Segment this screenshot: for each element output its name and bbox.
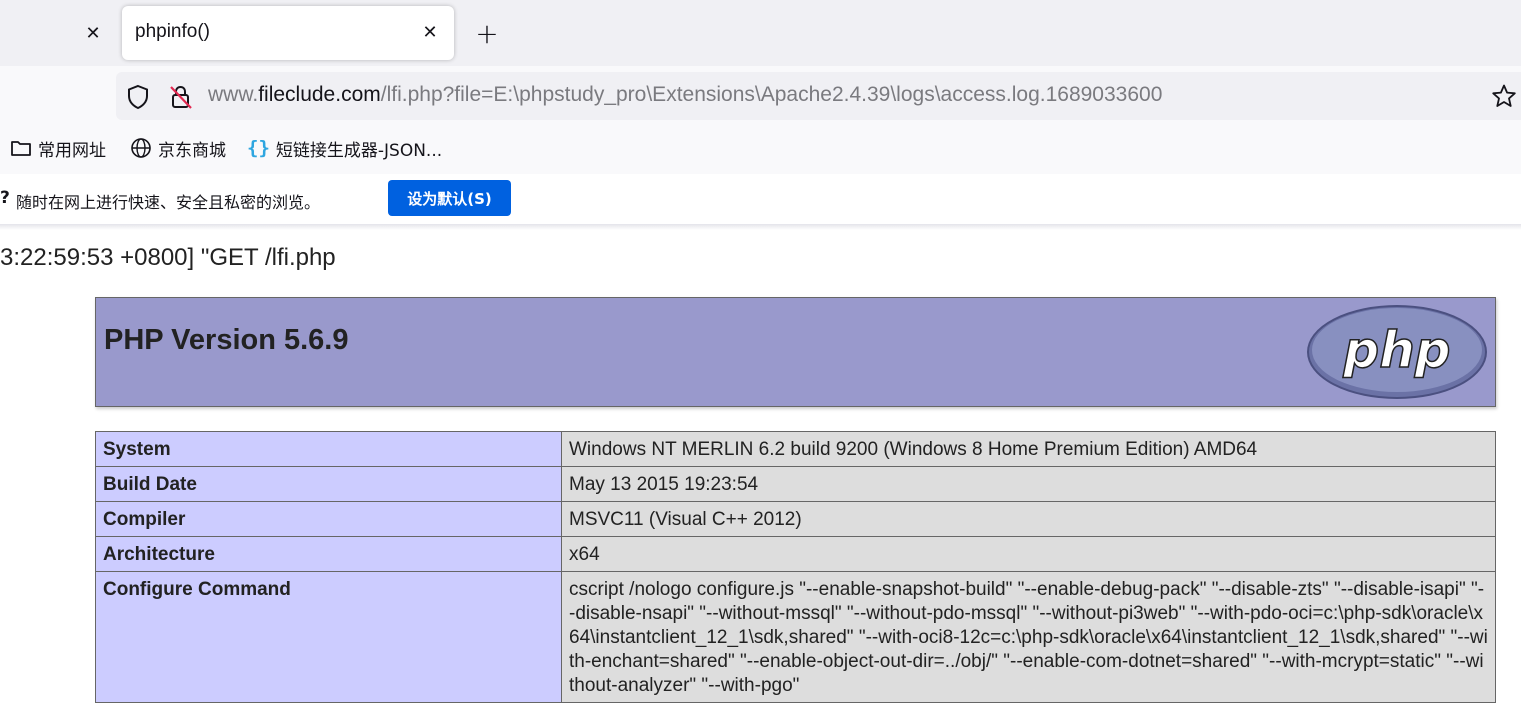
table-row: Configure Command cscript /nologo config… [95,571,1496,703]
page-title: PHP Version 5.6.9 [104,324,349,356]
new-tab-icon[interactable]: + [472,17,502,50]
tab-title: phpinfo() [135,21,210,42]
url-prefix: www. [208,83,259,106]
row-key: Build Date [95,466,562,502]
table-row: System Windows NT MERLIN 6.2 build 9200 … [95,431,1496,467]
bookmark-label: 短链接生成器-JSON... [275,140,443,161]
globe-icon [131,138,151,158]
url-bar[interactable]: www.fileclude.com/lfi.php?file=E:\phpstu… [116,72,1521,120]
set-default-button[interactable]: 设为默认(S) [388,180,511,216]
url-path: /lfi.php?file=E:\phpstudy_pro\Extensions… [380,83,1163,106]
row-key: Configure Command [95,571,562,703]
notification-text: 随时在网上进行快速、安全且私密的浏览。 [16,193,321,212]
row-value: MSVC11 (Visual C++ 2012) [561,501,1496,537]
folder-icon [11,141,31,156]
bookmark-json-shortlink[interactable]: {} 短链接生成器-JSON... [247,134,442,162]
bookmark-folder-common[interactable]: 常用网址 [10,134,106,162]
question-icon: ? [0,188,10,208]
row-value: May 13 2015 19:23:54 [561,466,1496,502]
tab-close-icon[interactable]: ✕ [418,20,442,44]
row-key: Architecture [95,536,562,572]
row-value: cscript /nologo configure.js "--enable-s… [561,571,1496,703]
url-domain: fileclude.com [258,83,381,106]
bookmarks-toolbar: 常用网址 京东商城 {} 短链接生成器-JSON... [0,126,1521,174]
insecure-lock-icon[interactable] [168,84,194,110]
php-version-header: PHP Version 5.6.9 php [95,297,1496,407]
table-row: Compiler MSVC11 (Visual C++ 2012) [95,501,1496,537]
nav-bar: www.fileclude.com/lfi.php?file=E:\phpstu… [0,66,1521,126]
url-text[interactable]: www.fileclude.com/lfi.php?file=E:\phpstu… [208,83,1162,107]
php-logo-text: php [1342,321,1450,379]
table-row: Build Date May 13 2015 19:23:54 [95,466,1496,502]
bookmark-label: 京东商城 [158,140,226,161]
bookmark-label: 常用网址 [38,140,106,161]
row-key: Compiler [95,501,562,537]
json-brace-icon: {} [247,137,270,159]
table-row: Architecture x64 [95,536,1496,572]
notification-divider [0,224,1521,230]
php-info-table: System Windows NT MERLIN 6.2 build 9200 … [95,431,1496,703]
close-icon[interactable]: ✕ [80,20,106,46]
row-value: x64 [561,536,1496,572]
tab-phpinfo[interactable]: phpinfo() ✕ [122,6,454,60]
row-key: System [95,431,562,467]
tab-strip: ✕ phpinfo() ✕ + [0,0,1521,66]
default-browser-notification: ? 随时在网上进行快速、安全且私密的浏览。 设为默认(S) [0,174,1521,225]
star-icon[interactable] [1491,83,1517,109]
php-logo-icon[interactable]: php [1306,304,1488,400]
bookmark-jd[interactable]: 京东商城 [130,134,226,162]
shield-icon[interactable] [126,84,150,110]
log-line-text: 3:22:59:53 +0800] "GET /lfi.php [0,244,336,271]
row-value: Windows NT MERLIN 6.2 build 9200 (Window… [561,431,1496,467]
